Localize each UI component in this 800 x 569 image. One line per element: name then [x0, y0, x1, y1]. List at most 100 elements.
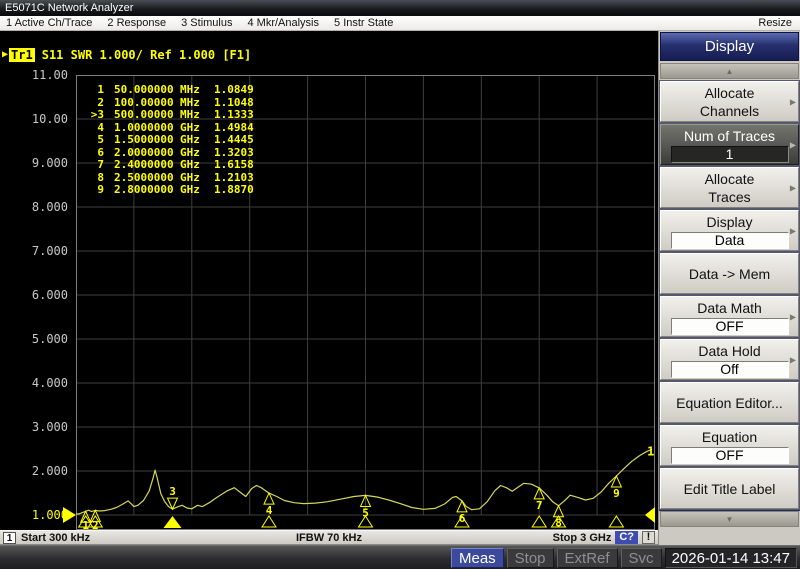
softkey-value: OFF — [671, 318, 789, 335]
submenu-arrow-icon: ▶ — [790, 355, 796, 364]
softkey-scroll-down-button[interactable]: ▼ — [660, 511, 799, 527]
softkey-data-hold[interactable]: Data HoldOff▶ — [660, 339, 799, 380]
softkey-label: Allocate — [705, 170, 755, 188]
y-axis-tick-label: 11.00 — [0, 68, 70, 82]
active-trace-arrow-icon: ▶ — [2, 49, 8, 60]
active-marker-number: 3 — [169, 485, 176, 498]
status-chip-meas: Meas — [451, 548, 504, 568]
softkey-label: Equation Editor... — [676, 394, 783, 412]
softkey-data-math[interactable]: Data MathOFF▶ — [660, 296, 799, 337]
marker-frequency-unit: GHz — [180, 134, 206, 147]
y-axis-tick-label: 5.000 — [0, 332, 70, 346]
softkey-value: OFF — [671, 447, 789, 464]
marker-number: >3 — [84, 109, 104, 122]
instrument-screen: E5071C Network Analyzer 1 Active Ch/Trac… — [0, 0, 800, 569]
menu-item[interactable]: 4 Mkr/Analysis — [247, 17, 319, 29]
trace-status-line: ▶ Tr1 S11 SWR 1.000/ Ref 1.000 [F1] — [2, 47, 251, 62]
softkey-sidebar: Display ▲ AllocateChannels▶Num of Traces… — [658, 31, 800, 545]
menu-item[interactable]: 2 Response — [107, 17, 166, 29]
softkey-buttons: AllocateChannels▶Num of Traces1▶Allocate… — [659, 81, 800, 511]
reference-level-arrow-right — [645, 507, 655, 523]
trace-format-text: S11 SWR 1.000/ Ref 1.000 [F1] — [42, 48, 252, 62]
marker-value: 1.0849 — [214, 84, 254, 97]
softkey-equation-editor[interactable]: Equation Editor... — [660, 382, 799, 423]
marker-number: 4 — [266, 504, 273, 517]
menu-item[interactable]: 3 Stimulus — [181, 17, 232, 29]
softkey-label: Allocate — [705, 84, 755, 102]
marker-number: 7 — [84, 159, 104, 172]
instrument-status-bar: MeasStopExtRefSvc 2026-01-14 13:47 — [0, 545, 800, 569]
marker-frequency: 1.5000000 — [114, 134, 176, 147]
softkey-data-mem[interactable]: Data -> Mem — [660, 253, 799, 294]
chevron-up-icon: ▲ — [726, 67, 734, 76]
marker-frequency-unit: GHz — [180, 184, 206, 197]
marker-pointer — [611, 476, 621, 487]
softkey-value: 1 — [671, 146, 789, 163]
window-title: E5071C Network Analyzer — [5, 2, 133, 14]
marker-frequency-unit: GHz — [180, 159, 206, 172]
marker-stimulus-indicator — [609, 516, 623, 527]
marker-number: 9 — [84, 184, 104, 197]
softkey-display[interactable]: DisplayData▶ — [660, 210, 799, 251]
marker-frequency: 50.000000 — [114, 84, 176, 97]
measurement-screen: ▶ Tr1 S11 SWR 1.000/ Ref 1.000 [F1] 11.0… — [0, 31, 658, 545]
menu-item[interactable]: 5 Instr State — [334, 17, 393, 29]
y-axis-tick-label: 8.000 — [0, 200, 70, 214]
marker-frequency-unit: MHz — [180, 109, 206, 122]
marker-stimulus-indicator — [532, 516, 546, 527]
stimulus-bar: 1 Start 300 kHz IFBW 70 kHz Stop 3 GHz C… — [0, 530, 658, 545]
marker-number: 8 — [555, 517, 562, 530]
marker-stimulus-indicator — [262, 516, 276, 527]
submenu-arrow-icon: ▶ — [790, 97, 796, 106]
softkey-label: Display — [707, 213, 753, 231]
y-axis-tick-label: 7.000 — [0, 244, 70, 258]
softkey-label: Edit Title Label — [684, 480, 776, 498]
y-axis-tick-label: 6.000 — [0, 288, 70, 302]
y-axis-tick-label: 1.000 — [0, 508, 70, 522]
softkey-allocate-channels[interactable]: AllocateChannels▶ — [660, 81, 799, 122]
softkey-value: Off — [671, 361, 789, 378]
softkey-label: Traces — [708, 188, 750, 206]
marker-number: 9 — [613, 487, 620, 500]
marker-number: 5 — [362, 506, 369, 519]
marker-value: 1.8870 — [214, 184, 254, 197]
submenu-arrow-icon: ▶ — [790, 140, 796, 149]
resize-menu[interactable]: Resize — [758, 17, 800, 29]
swr-trace — [76, 449, 652, 514]
marker-frequency: 2.8000000 — [114, 184, 176, 197]
window-title-bar: E5071C Network Analyzer — [0, 0, 800, 16]
softkey-scroll-up-button[interactable]: ▲ — [660, 63, 799, 79]
menu-item[interactable]: 1 Active Ch/Trace — [6, 17, 92, 29]
marker-frequency-unit: MHz — [180, 84, 206, 97]
status-chip-svc: Svc — [621, 548, 662, 568]
marker-frequency: 500.00000 — [114, 109, 176, 122]
softkey-menu-title: Display — [660, 32, 799, 61]
status-chip-extref: ExtRef — [557, 548, 618, 568]
marker-number: 1 — [84, 84, 104, 97]
marker-table-row: 9 2.8000000 GHz 1.8870 — [84, 184, 254, 197]
datetime-display: 2026-01-14 13:47 — [665, 548, 797, 568]
marker-table: 150.000000MHz1.08492100.00000MHz1.1048>3… — [84, 84, 254, 197]
softkey-equation[interactable]: EquationOFF — [660, 425, 799, 466]
marker-value: 1.1333 — [214, 109, 254, 122]
submenu-arrow-icon: ▶ — [790, 183, 796, 192]
softkey-allocate-traces[interactable]: AllocateTraces ▶ — [660, 167, 799, 208]
chevron-down-icon: ▼ — [726, 515, 734, 524]
softkey-edit-title-label[interactable]: Edit Title Label — [660, 468, 799, 509]
correction-status-badge: C? — [615, 531, 638, 544]
marker-table-row: 72.4000000GHz1.6158 — [84, 159, 254, 172]
menu-items: 1 Active Ch/Trace 2 Response 3 Stimulus 4 M… — [0, 17, 758, 29]
submenu-arrow-icon: ▶ — [790, 226, 796, 235]
y-axis-tick-label: 3.000 — [0, 420, 70, 434]
softkey-label: Num of Traces — [684, 127, 775, 145]
y-axis-tick-label: 2.000 — [0, 464, 70, 478]
plot-area: 1123456789 150.000000MHz1.08492100.00000… — [76, 75, 655, 530]
trace-name-chip[interactable]: Tr1 — [9, 48, 35, 62]
status-chips: MeasStopExtRefSvc — [451, 548, 662, 568]
y-axis-tick-label: 9.000 — [0, 156, 70, 170]
stop-frequency-label: Stop 3 GHz — [553, 532, 612, 544]
softkey-label: Data Math — [697, 299, 762, 317]
menu-bar: 1 Active Ch/Trace 2 Response 3 Stimulus 4 M… — [0, 16, 800, 31]
softkey-value: Data — [671, 232, 789, 249]
softkey-num-of-traces[interactable]: Num of Traces1▶ — [660, 124, 799, 165]
